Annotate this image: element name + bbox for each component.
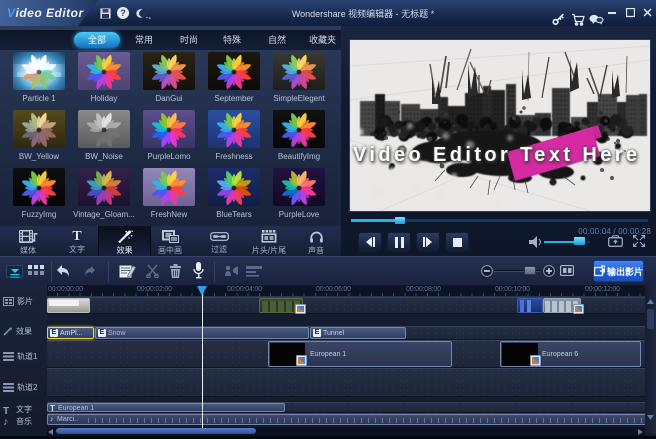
svg-text:T: T <box>3 406 9 415</box>
svg-text:♪: ♪ <box>3 416 9 427</box>
